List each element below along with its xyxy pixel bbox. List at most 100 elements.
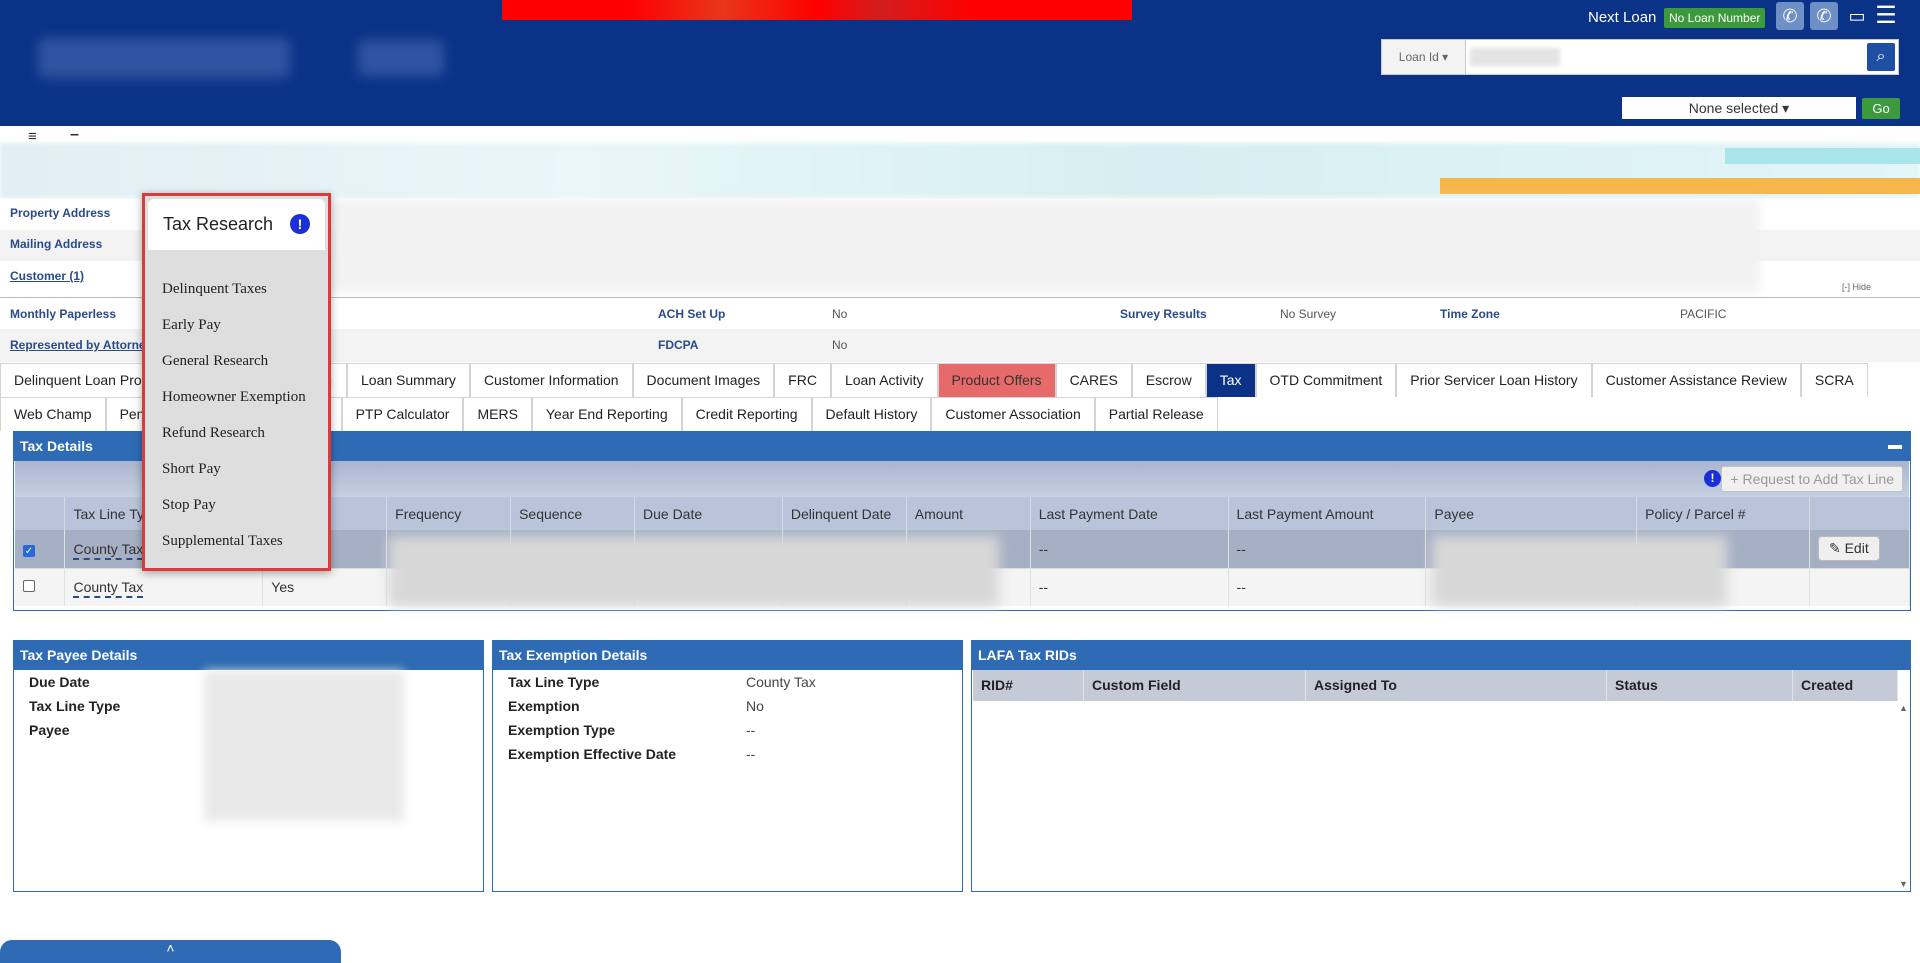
edit-button[interactable]: ✎ Edit (1817, 536, 1880, 562)
tax-line-link[interactable]: County Tax (73, 540, 144, 560)
last-payment-amount-cell: -- (1228, 567, 1427, 606)
scroll-down-icon[interactable]: ▼ (1899, 879, 1908, 889)
property-address-label: Property Address (10, 206, 111, 220)
tab-scra[interactable]: SCRA (1800, 363, 1868, 397)
tab-credit-reporting[interactable]: Credit Reporting (681, 397, 812, 431)
tax-line-cell: County Tax (64, 567, 264, 606)
tax-research-title: Tax Research (163, 214, 274, 234)
survey-results-label: Survey Results (1120, 307, 1207, 321)
tab-document-images[interactable]: Document Images (632, 363, 775, 397)
redacted-payee-details (204, 671, 404, 821)
tab-customer-assistance-review[interactable]: Customer Assistance Review (1591, 363, 1801, 397)
represented-by-attorney-link[interactable]: Represented by Attorne (10, 338, 146, 352)
column-header[interactable]: Payee (1425, 497, 1638, 530)
redacted-address-block (330, 200, 1760, 292)
menu-item-general-research[interactable]: General Research (162, 353, 268, 370)
last-payment-amount-cell: -- (1228, 530, 1427, 568)
tab-customer-information[interactable]: Customer Information (469, 363, 633, 397)
time-zone-value: PACIFIC (1680, 307, 1727, 321)
monthly-paperless-label: Monthly Paperless (10, 307, 117, 321)
info-icon[interactable]: ! (1704, 470, 1721, 487)
menu-item-delinquent-taxes[interactable]: Delinquent Taxes (162, 281, 267, 298)
info-icon[interactable]: ! (290, 214, 310, 234)
tab-mers[interactable]: MERS (463, 397, 532, 431)
tab-loan-activity[interactable]: Loan Activity (830, 363, 938, 397)
select-column-header (15, 497, 66, 530)
menu-item-early-pay[interactable]: Early Pay (162, 317, 221, 334)
tab-loan-summary[interactable]: Loan Summary (347, 363, 470, 397)
tax-payee-details-panel: Tax Payee Details Due Date Tax Line Type… (13, 640, 484, 892)
loan-id-select[interactable]: Loan Id ▾ (1382, 40, 1466, 74)
tab-web-champ[interactable]: Web Champ (0, 397, 106, 431)
lafa-tax-rids-title: LAFA Tax RIDs (972, 641, 1910, 670)
actions-cell (1809, 567, 1911, 606)
tab-ptp-calculator[interactable]: PTP Calculator (341, 397, 464, 431)
row-checkbox[interactable] (23, 580, 35, 593)
collapse-toggle-icon[interactable]: – (70, 126, 79, 144)
last-payment-date-cell: -- (1030, 530, 1229, 568)
tab-customer-association[interactable]: Customer Association (931, 397, 1095, 431)
monitor-icon[interactable]: ▭ (1843, 2, 1871, 30)
go-button[interactable]: Go (1862, 98, 1900, 119)
menu-item-homeowner-exemption[interactable]: Homeowner Exemption (162, 389, 306, 406)
column-header[interactable]: Last Payment Amount (1228, 497, 1427, 530)
customer-link[interactable]: Customer (1) (10, 269, 84, 283)
search-button[interactable]: ⌕ (1867, 43, 1895, 71)
tab-cares[interactable]: CARES (1055, 363, 1132, 397)
loan-id-input[interactable] (1470, 48, 1560, 66)
column-header[interactable]: Custom Field (1084, 670, 1306, 701)
column-header[interactable]: Created (1793, 670, 1898, 701)
tab-product-offers[interactable]: Product Offers (937, 363, 1056, 397)
exemption-effective-date-label: Exemption Effective Date (508, 746, 677, 762)
phone-transfer-icon[interactable]: ✆ (1810, 2, 1838, 30)
menu-item-refund-research[interactable]: Refund Research (162, 425, 265, 442)
row-checkbox[interactable]: ✓ (23, 544, 35, 557)
loan-search-box: Loan Id ▾ ⌕ (1381, 39, 1899, 75)
expand-footer-button[interactable]: ˄ (0, 940, 341, 963)
lafa-tax-rids-panel: LAFA Tax RIDs RID# Custom Field Assigned… (971, 640, 1911, 892)
collapse-panel-icon[interactable] (1888, 445, 1902, 449)
tax-line-type-label: Tax Line Type (29, 698, 121, 714)
hide-link[interactable]: [-] Hide (1842, 282, 1871, 292)
tab-tax[interactable]: Tax (1205, 363, 1256, 397)
column-header[interactable]: Delinquent Date (782, 497, 907, 530)
no-loan-number-button[interactable]: No Loan Number (1664, 8, 1766, 28)
column-header[interactable]: RID# (973, 670, 1084, 701)
tab-year-end-reporting[interactable]: Year End Reporting (531, 397, 682, 431)
tab-frc[interactable]: FRC (774, 363, 831, 397)
scroll-up-icon[interactable]: ▲ (1899, 703, 1908, 713)
verified-cell: Yes (262, 567, 388, 606)
column-header[interactable]: Amount (906, 497, 1031, 530)
tax-exemption-details-title: Tax Exemption Details (493, 641, 962, 670)
column-header[interactable]: Assigned To (1306, 670, 1607, 701)
row-select-cell (15, 567, 66, 606)
fdcpa-label: FDCPA (658, 338, 699, 352)
phone-icon[interactable]: ✆ (1776, 2, 1804, 30)
tab-otd-commitment[interactable]: OTD Commitment (1255, 363, 1397, 397)
tab-prior-servicer-loan-history[interactable]: Prior Servicer Loan History (1396, 363, 1592, 397)
row-select-cell: ✓ (15, 530, 66, 568)
request-to-add-tax-line-button[interactable]: + Request to Add Tax Line (1721, 466, 1903, 492)
selection-dropdown[interactable]: None selected ▾ (1622, 97, 1856, 119)
hamburger-menu-icon[interactable]: ☰ (1872, 2, 1900, 30)
exemption-type-value: -- (746, 722, 756, 738)
tab-escrow[interactable]: Escrow (1131, 363, 1206, 397)
tax-line-link[interactable]: County Tax (73, 579, 144, 599)
tab-default-history[interactable]: Default History (811, 397, 932, 431)
next-loan-label: Next Loan (1588, 9, 1657, 26)
column-header[interactable]: Policy / Parcel # (1636, 497, 1810, 530)
exemption-label: Exemption (508, 698, 580, 714)
column-header[interactable]: Status (1607, 670, 1793, 701)
column-header[interactable]: Due Date (634, 497, 783, 530)
column-header[interactable]: Frequency (386, 497, 512, 530)
tab-partial-release[interactable]: Partial Release (1094, 397, 1218, 431)
menu-item-supplemental-taxes[interactable]: Supplemental Taxes (162, 533, 283, 550)
menu-item-short-pay[interactable]: Short Pay (162, 461, 221, 478)
column-header[interactable]: Last Payment Date (1030, 497, 1229, 530)
tax-exemption-details-panel: Tax Exemption Details Tax Line Type Coun… (492, 640, 963, 892)
scrollbar[interactable]: ▲ ▼ (1897, 701, 1909, 891)
app-logo (358, 40, 444, 76)
last-payment-date-cell: -- (1030, 567, 1229, 606)
column-header[interactable]: Sequence (510, 497, 635, 530)
menu-item-stop-pay[interactable]: Stop Pay (162, 497, 216, 514)
